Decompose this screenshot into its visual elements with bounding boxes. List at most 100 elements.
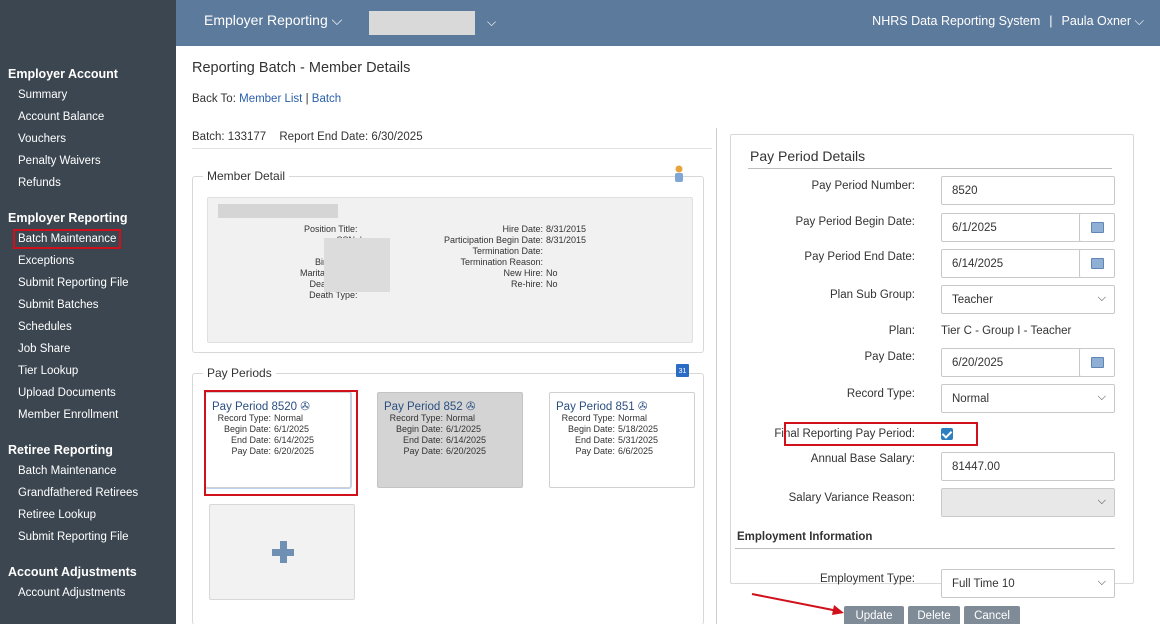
sidebar-item-label: Batch Maintenance	[13, 229, 122, 249]
pay-period-field-label: Pay Date:	[403, 446, 443, 456]
main-content: Reporting Batch - Member Details Back To…	[176, 46, 1160, 624]
member-field-label: Termination Date:	[472, 246, 543, 256]
pay-period-number-label: Pay Period Number:	[811, 180, 915, 192]
annual-base-salary-label: Annual Base Salary:	[810, 453, 915, 465]
sidebar-item-label: Refunds	[18, 177, 61, 189]
pay-period-field-value: 6/1/2025	[274, 424, 310, 434]
sidebar-item[interactable]: Tier Lookup	[0, 360, 176, 382]
pay-period-field-label: Record Type:	[389, 413, 443, 423]
sidebar-item-label: Schedules	[18, 321, 72, 333]
pay-period-card[interactable]: Pay Period 852 ✇ Record Type: Normal Begin …	[377, 392, 523, 488]
sidebar-item[interactable]: Grandfathered Retirees	[0, 482, 176, 504]
pay-period-field-value: 6/14/2025	[274, 435, 315, 445]
member-list-link[interactable]: Member List	[239, 93, 302, 105]
pay-period-field: End Date: 6/14/2025	[206, 435, 326, 446]
salary-variance-label: Salary Variance Reason:	[788, 492, 915, 504]
pay-period-field-value: Normal	[446, 413, 476, 423]
sidebar-item[interactable]: Submit Batches	[0, 294, 176, 316]
sidebar-item[interactable]: Retiree Lookup	[0, 504, 176, 526]
chevron-down-icon: ⌵	[1097, 391, 1106, 403]
sidebar-item-label: Submit Batches	[18, 299, 99, 311]
report-end-date: Report End Date: 6/30/2025	[279, 131, 423, 143]
batch-link[interactable]: Batch	[312, 93, 341, 105]
update-button[interactable]: Update	[844, 606, 904, 624]
pay-period-field-label: Begin Date:	[567, 424, 615, 434]
divider	[748, 168, 1112, 169]
sidebar-item[interactable]: Summary	[0, 84, 176, 106]
employer-select-value	[369, 11, 475, 35]
calendar-icon[interactable]: 31	[676, 364, 689, 377]
cancel-button[interactable]: Cancel	[964, 606, 1020, 624]
begin-date-input[interactable]: 6/1/2025	[941, 213, 1081, 242]
sidebar-item[interactable]: Submit Reporting File	[0, 272, 176, 294]
record-type-select[interactable]: Normal ⌵	[941, 384, 1115, 413]
sidebar-item[interactable]: Member Enrollment	[0, 404, 176, 426]
sidebar-item[interactable]: Vouchers	[0, 128, 176, 150]
sidebar-section: Employer Account Summary Account Balance Vo…	[0, 64, 176, 194]
sidebar-item-label: Exceptions	[18, 255, 75, 267]
user-menu[interactable]: Paula Oxner	[1062, 14, 1131, 28]
sidebar-item[interactable]: Account Adjustments	[0, 582, 176, 604]
sidebar-item[interactable]: Refunds	[0, 172, 176, 194]
member-name-redacted	[218, 204, 338, 218]
sidebar-item[interactable]: Submit Reporting File	[0, 526, 176, 548]
sidebar-item[interactable]: Exceptions	[0, 250, 176, 272]
pay-date-input[interactable]: 6/20/2025	[941, 348, 1081, 377]
sidebar-item[interactable]: Job Share	[0, 338, 176, 360]
end-date-input[interactable]: 6/14/2025	[941, 249, 1081, 278]
add-pay-period-button[interactable]	[209, 504, 355, 600]
pay-period-card[interactable]: Pay Period 8520 ✇ Record Type: Normal Begin…	[205, 392, 351, 488]
pay-period-field: Record Type: Normal	[550, 413, 670, 424]
employer-select[interactable]: ⌵	[369, 11, 527, 35]
member-field-row: Position Title:	[218, 224, 368, 235]
plan-value: Tier C - Group I - Teacher	[941, 325, 1072, 337]
chevron-down-icon[interactable]: ⌵	[1135, 14, 1144, 28]
employment-type-label: Employment Type:	[819, 573, 915, 585]
member-field-label: Re-hire:	[510, 279, 543, 289]
begin-date-picker-button[interactable]	[1079, 213, 1115, 242]
pay-period-number-input[interactable]: 8520	[941, 176, 1115, 205]
chevron-down-icon: ⌵	[331, 12, 343, 28]
employment-type-select[interactable]: Full Time 10 ⌵	[941, 569, 1115, 598]
chevron-down-icon: ⌵	[1097, 495, 1106, 507]
sidebar-item[interactable]: Penalty Waivers	[0, 150, 176, 172]
pay-period-field-label: Record Type:	[217, 413, 271, 423]
sidebar-item[interactable]: Batch Maintenance	[0, 228, 176, 250]
divider	[716, 128, 717, 624]
member-card: Position Title: SSN: 'Gender: IBirth Dat…	[207, 197, 693, 343]
pay-period-title: Pay Period 8520 ✇	[212, 401, 310, 413]
salary-variance-select[interactable]: ⌵	[941, 488, 1115, 517]
record-type-value: Normal	[952, 393, 990, 405]
pay-period-fields: Record Type: Normal Begin Date: 6/1/2025 End…	[206, 413, 326, 457]
chevron-down-icon: ⌵	[1097, 576, 1106, 588]
sidebar-item[interactable]: Upload Documents	[0, 382, 176, 404]
plan-sub-group-select[interactable]: Teacher ⌵	[941, 285, 1115, 314]
sidebar-item[interactable]: Batch Maintenance	[0, 460, 176, 482]
app-menu[interactable]: Employer Reporting ⌵	[204, 12, 342, 29]
annotation-arrow	[751, 593, 844, 615]
pay-period-field-value: Normal	[618, 413, 648, 423]
sidebar-item-label: Job Share	[18, 343, 71, 355]
pay-date-picker-button[interactable]	[1079, 348, 1115, 377]
end-date-picker-button[interactable]	[1079, 249, 1115, 278]
sidebar-item[interactable]: Schedules	[0, 316, 176, 338]
delete-button[interactable]: Delete	[908, 606, 960, 624]
member-field-row: Termination Date:	[388, 246, 588, 257]
pay-period-card[interactable]: Pay Period 851 ✇ Record Type: Normal Begin …	[549, 392, 695, 488]
sidebar-item[interactable]: Account Balance	[0, 106, 176, 128]
system-name: NHRS Data Reporting System	[872, 14, 1041, 28]
pay-period-fields: Record Type: Normal Begin Date: 5/18/2025 En…	[550, 413, 670, 457]
person-icon[interactable]	[673, 165, 685, 183]
app-menu-label: Employer Reporting	[204, 12, 328, 28]
pay-period-field-label: Begin Date:	[223, 424, 271, 434]
breadcrumb: Back To: Member List | Batch	[192, 93, 341, 105]
annual-base-salary-input[interactable]: 81447.00	[941, 452, 1115, 481]
pay-period-field-value: 5/18/2025	[618, 424, 659, 434]
sidebar-logo-area	[0, 0, 176, 46]
pay-period-field-label: Pay Date:	[231, 446, 271, 456]
pay-period-fields: Record Type: Normal Begin Date: 6/1/2025 End…	[378, 413, 498, 457]
pay-periods-legend: Pay Periods	[203, 366, 276, 380]
sidebar-section: Employer Reporting Batch Maintenance Excep…	[0, 208, 176, 426]
member-field-value: 8/31/2015	[546, 235, 587, 245]
pay-period-field: Record Type: Normal	[378, 413, 498, 424]
